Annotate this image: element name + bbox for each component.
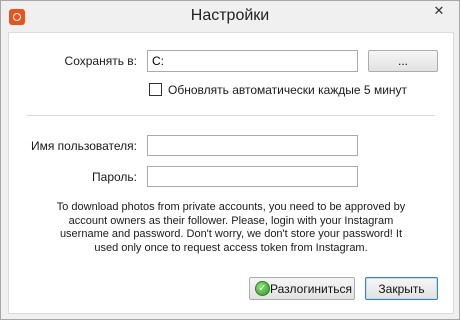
password-input[interactable]	[147, 166, 358, 187]
username-label: Имя пользователя:	[30, 139, 137, 153]
settings-window: Настройки ✕ Сохранять в: ... Обновлять а…	[0, 0, 460, 320]
title-bar: Настройки ✕	[1, 1, 459, 32]
window-title: Настройки	[190, 7, 270, 24]
save-location-label: Сохранять в:	[64, 54, 137, 68]
login-info-text: To download photos from private accounts…	[56, 201, 406, 254]
close-window-button[interactable]: ✕	[421, 1, 457, 21]
save-path-input[interactable]	[147, 50, 358, 72]
check-circle-icon: ✓	[255, 281, 270, 296]
logout-label: Разлогиниться	[270, 281, 352, 296]
close-button[interactable]: Закрыть	[365, 277, 438, 300]
username-input[interactable]	[147, 135, 358, 156]
auto-update-label: Обновлять автоматически каждые 5 минут	[168, 83, 408, 97]
auto-update-checkbox[interactable]	[149, 83, 162, 96]
logout-button[interactable]: ✓ Разлогиниться	[249, 277, 355, 300]
section-divider	[27, 115, 435, 116]
password-label: Пароль:	[92, 170, 137, 184]
settings-panel: Сохранять в: ... Обновлять автоматически…	[8, 32, 454, 314]
browse-button[interactable]: ...	[368, 50, 438, 72]
